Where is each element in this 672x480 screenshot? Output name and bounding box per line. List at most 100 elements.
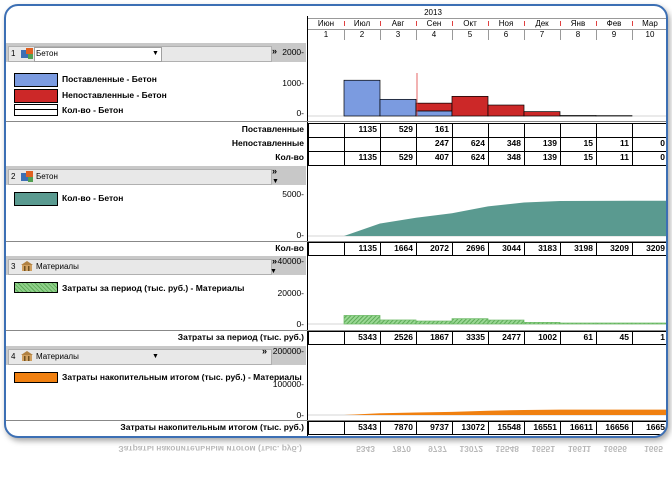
reflected-row-label: Затраты накопительным итогом (тыс. руб.) [118, 444, 302, 454]
y-tick: 0- [296, 410, 304, 420]
bar-period-cost [559, 322, 597, 325]
period-number: 9 [611, 30, 617, 39]
bar-undelivered [415, 102, 453, 112]
cumulative-qty-area-chart [308, 200, 666, 237]
table-cell: 161 [434, 124, 449, 134]
table-cell: 247 [434, 138, 449, 148]
row-label: Кол-во [275, 243, 304, 253]
table-cell: 529 [398, 124, 413, 134]
table-cell: 15548 [497, 422, 521, 432]
month-label: Дек [535, 19, 549, 28]
y-tick: 100000- [272, 379, 304, 389]
month-label: Сен [426, 19, 442, 28]
table-cell: 348 [506, 138, 521, 148]
table-cell: 1867 [430, 332, 449, 342]
month-label: Мар [642, 19, 658, 28]
period-cost-bar-chart [308, 315, 666, 325]
panel-index: 2 [11, 172, 16, 181]
table-cell: 2526 [394, 332, 413, 342]
table-cell: 15 [583, 138, 593, 148]
legend-delivered: Поставленные - Бетон [62, 74, 157, 84]
table-cell: 1135 [358, 124, 377, 134]
legend-period-cost: Затраты за период (тыс. руб.) - Материал… [62, 283, 245, 293]
expand-chevron-icon[interactable]: » [272, 166, 277, 176]
y-tick: 40000- [277, 256, 304, 266]
bar-period-cost [379, 319, 417, 325]
bar-delivered [415, 110, 453, 117]
bar-undelivered [523, 111, 561, 117]
month-label: Июн [317, 19, 335, 28]
table-cell: 348 [506, 152, 521, 162]
period-number: 6 [503, 30, 509, 39]
dropdown-arrow-icon[interactable]: ▼ [270, 268, 277, 275]
month-label: Июл [353, 19, 371, 28]
dropdown-arrow-icon[interactable]: ▼ [152, 50, 159, 57]
bar-period-cost [415, 320, 453, 325]
y-tick: 1000- [282, 78, 304, 88]
resource-name-text: Материалы [36, 262, 79, 271]
legend-undelivered: Непоставленные - Бетон [62, 90, 167, 100]
month-label: Янв [570, 19, 586, 28]
reflected-cell: 5343 [356, 444, 375, 454]
legend-qty: Кол-во - Бетон [62, 105, 124, 115]
table-cell: 0 [660, 138, 665, 148]
legend-swatch-undelivered [14, 89, 58, 103]
table-cell: 139 [542, 138, 557, 148]
legend-swatch-qty [14, 192, 58, 206]
month-label: Ноя [498, 19, 514, 28]
table-cell: 529 [398, 152, 413, 162]
bar-period-cost [343, 315, 381, 325]
table-cell: 16611 [569, 422, 593, 432]
bar-period-cost [631, 322, 666, 325]
bar-delivered [343, 79, 381, 117]
concrete-resource-icon [21, 171, 33, 182]
area-cumulative-cost [344, 409, 666, 415]
period-number: 3 [395, 30, 401, 39]
table-cell: 1 [660, 332, 665, 342]
table-cell: 2696 [466, 243, 485, 253]
period-number: 10 [645, 30, 655, 39]
table-cell: 1665 [646, 422, 665, 432]
timeline-header: 2013 Июн Июл Авг Сен Окт Ноя Дек Янв Фев Мар 1 2 3 4… [308, 6, 666, 40]
panel-index: 4 [11, 352, 16, 361]
row-label: Непоставленные [231, 138, 304, 148]
table-cell: 1135 [358, 243, 377, 253]
resource-name-text: Бетон [36, 49, 58, 58]
table-cell: 3209 [610, 243, 629, 253]
reflected-cell: 16656 [603, 444, 627, 454]
table-cell: 3183 [538, 243, 557, 253]
reflected-cell: 15548 [495, 444, 519, 454]
table-cell: 0 [660, 152, 665, 162]
panel-index: 1 [11, 49, 16, 58]
table-cell: 61 [583, 332, 593, 342]
resource-name-text: Бетон [36, 172, 58, 181]
resource-histogram-window: 2013 Июн Июл Авг Сен Окт Ноя Дек Янв Фев Мар 1234… [4, 4, 668, 438]
dropdown-arrow-icon[interactable]: ▼ [272, 178, 279, 185]
table-cell: 1002 [538, 332, 557, 342]
reflected-cell: 9737 [428, 444, 447, 454]
month-label: Фев [606, 19, 622, 28]
reflected-cell: 1665 [644, 444, 663, 454]
legend-swatch-cumulative-cost [14, 372, 58, 383]
row-label: Затраты за период (тыс. руб.) [177, 332, 304, 342]
delivery-bar-chart [308, 73, 666, 117]
legend-qty: Кол-во - Бетон [62, 193, 124, 203]
table-cell: 5343 [358, 422, 377, 432]
panel-index: 3 [11, 262, 16, 271]
reflected-cell: 16551 [531, 444, 555, 454]
table-cell: 7870 [394, 422, 413, 432]
table-cell: 3209 [646, 243, 665, 253]
month-label: Авг [391, 19, 405, 28]
period-number: 4 [431, 30, 437, 39]
concrete-resource-icon [21, 48, 33, 59]
period-number: 5 [467, 30, 473, 39]
period-number: 7 [539, 30, 545, 39]
table-cell: 624 [470, 152, 485, 162]
table-cell: 3198 [574, 243, 593, 253]
month-label: Окт [463, 19, 477, 28]
dropdown-arrow-icon[interactable]: ▼ [152, 353, 159, 360]
bar-period-cost [523, 322, 561, 325]
table-cell: 2072 [430, 243, 449, 253]
row-label: Поставленные [241, 124, 304, 134]
table-cell: 139 [542, 152, 557, 162]
